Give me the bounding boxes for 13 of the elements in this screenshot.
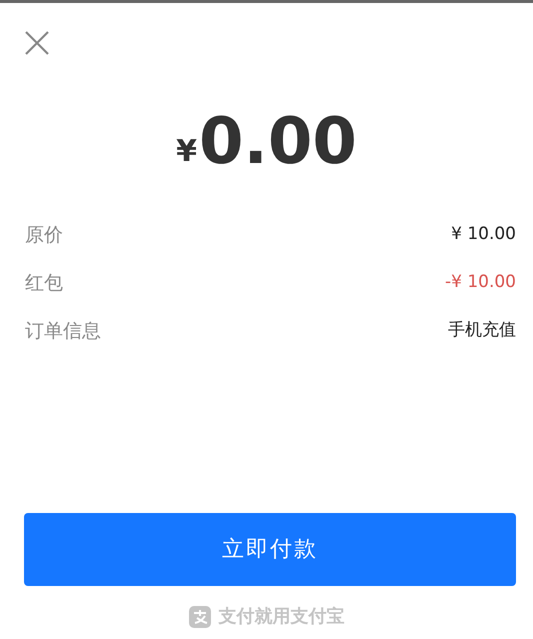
row-label: 红包 bbox=[25, 270, 63, 296]
row-value: ¥ 10.00 bbox=[451, 223, 516, 246]
currency-symbol: ¥ bbox=[176, 133, 197, 171]
close-icon bbox=[24, 30, 50, 56]
wallet-logo-icon bbox=[188, 606, 210, 628]
row-value: 手机充值 bbox=[448, 319, 516, 342]
footer-slogan: 支付就用支付宝 bbox=[218, 605, 344, 629]
row-label: 订单信息 bbox=[25, 318, 101, 344]
row-label: 原价 bbox=[25, 222, 63, 248]
pay-button[interactable]: 立即付款 bbox=[24, 513, 516, 586]
discount-value: -¥ 10.00 bbox=[444, 271, 516, 294]
close-button[interactable] bbox=[24, 30, 50, 56]
amount-value: 0.00 bbox=[198, 110, 357, 174]
